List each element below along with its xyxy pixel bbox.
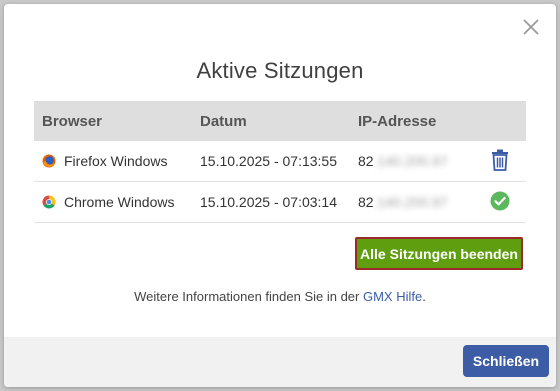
browser-cell: Chrome Windows	[34, 181, 192, 223]
ip-cell: 82.140.200.97	[350, 141, 474, 182]
trash-icon[interactable]	[491, 149, 509, 174]
end-all-sessions-button[interactable]: Alle Sitzungen beenden	[355, 237, 523, 270]
info-suffix: .	[422, 289, 426, 304]
ip-cell: 82.140.200.97	[350, 181, 474, 223]
dialog-title: Aktive Sitzungen	[196, 58, 364, 83]
close-icon[interactable]	[520, 16, 542, 38]
table-row: Firefox Windows 15.10.2025 - 07:13:55 82…	[34, 141, 526, 182]
firefox-icon	[42, 154, 56, 168]
date-cell: 15.10.2025 - 07:03:14	[192, 181, 350, 223]
gmx-help-link[interactable]: GMX Hilfe	[363, 289, 422, 304]
close-button[interactable]: Schließen	[463, 345, 549, 377]
table-row: Chrome Windows 15.10.2025 - 07:03:14 82.…	[34, 181, 526, 223]
browser-cell: Firefox Windows	[34, 141, 192, 182]
ip-visible: 82	[358, 194, 374, 210]
chrome-icon	[42, 195, 56, 209]
action-cell	[474, 141, 526, 182]
check-circle-icon	[490, 191, 510, 214]
active-sessions-dialog: Aktive Sitzungen Browser Datum IP-Adress…	[4, 4, 556, 387]
header-date: Datum	[200, 112, 247, 130]
header-browser: Browser	[42, 112, 103, 130]
ip-hidden: .140.200.97	[373, 194, 448, 210]
info-text: Weitere Informationen finden Sie in der …	[4, 289, 556, 304]
sessions-table: Browser Datum IP-Adresse Firefox Windows…	[34, 101, 526, 223]
header-ip: IP-Adresse	[358, 112, 437, 130]
date-cell: 15.10.2025 - 07:13:55	[192, 141, 350, 182]
browser-name: Chrome Windows	[64, 194, 175, 210]
browser-name: Firefox Windows	[64, 153, 168, 169]
table-header-row: Browser Datum IP-Adresse	[34, 101, 526, 141]
ip-hidden: .140.200.97	[373, 153, 448, 169]
info-prefix: Weitere Informationen finden Sie in der	[134, 289, 363, 304]
action-cell	[474, 181, 526, 223]
ip-visible: 82	[358, 153, 374, 169]
header-action	[474, 101, 526, 141]
